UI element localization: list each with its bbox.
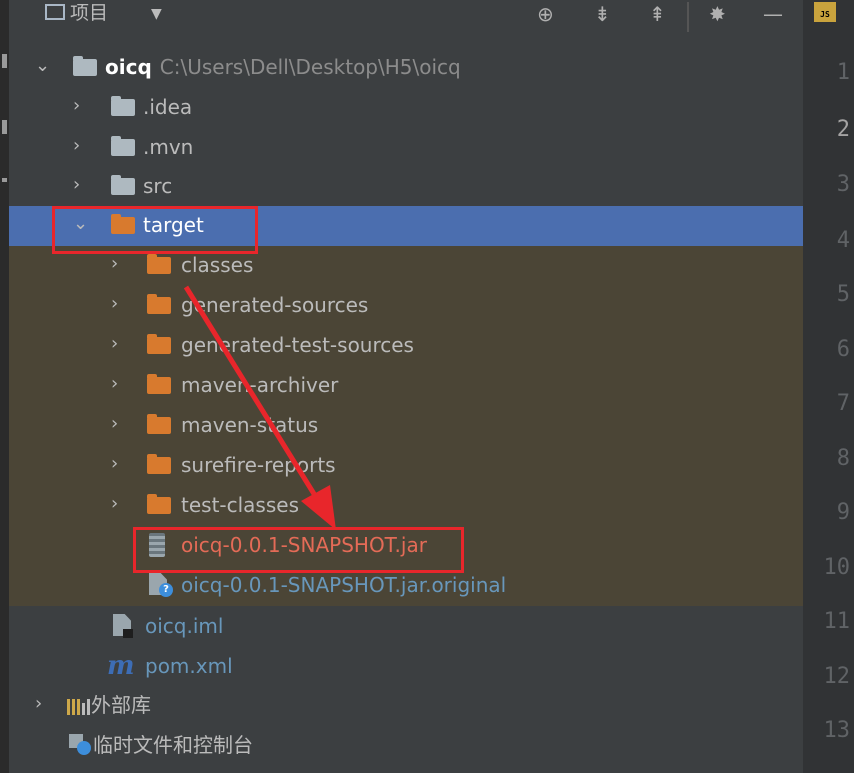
annotation-arrow-head xyxy=(301,485,336,530)
annotation-arrow-shaft xyxy=(183,285,322,504)
ide-screenshot: 项目 ▼ ⊕ ⇟ ⇞ ✸ — ⌄ oicq C:\Users\Dell\Deskt… xyxy=(0,0,854,773)
annotation-arrow xyxy=(183,285,336,530)
